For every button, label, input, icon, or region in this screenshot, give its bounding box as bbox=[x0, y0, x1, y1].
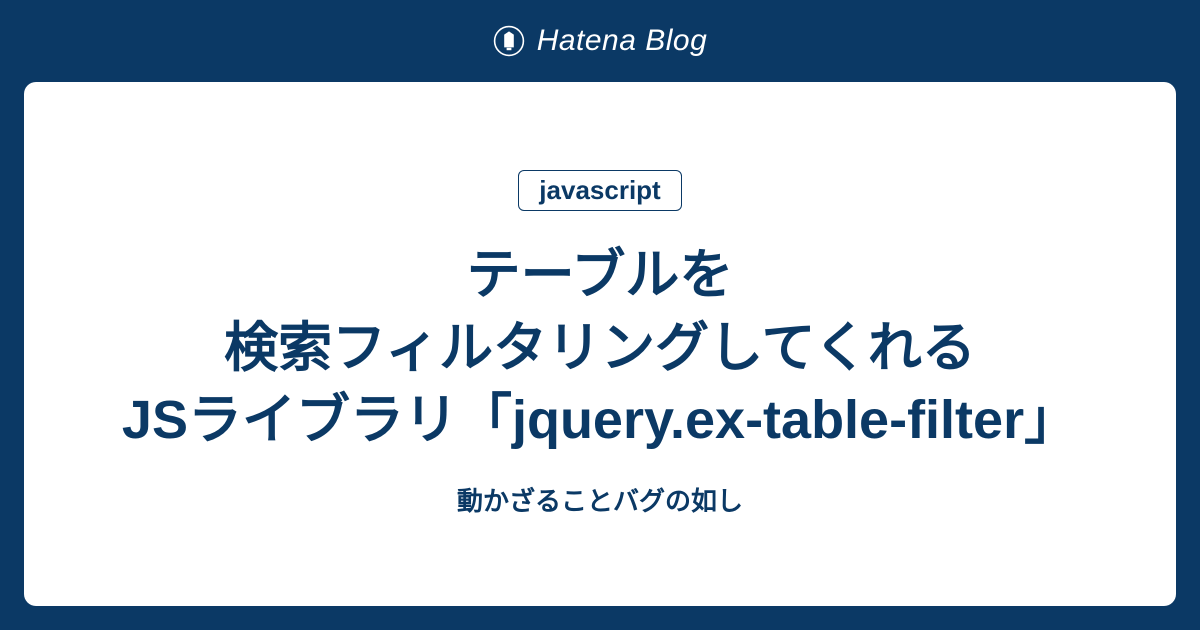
hatena-logo-icon bbox=[493, 25, 525, 57]
card: javascript テーブルを検索フィルタリングしてくれるJSライブラリ「jq… bbox=[24, 82, 1176, 606]
header: Hatena Blog bbox=[0, 0, 1200, 82]
logo-text: Hatena Blog bbox=[537, 24, 708, 58]
blog-subtitle: 動かざることバグの如し bbox=[457, 481, 743, 518]
article-title: テーブルを検索フィルタリングしてくれるJSライブラリ「jquery.ex-tab… bbox=[122, 239, 1078, 458]
category-badge: javascript bbox=[518, 170, 681, 211]
